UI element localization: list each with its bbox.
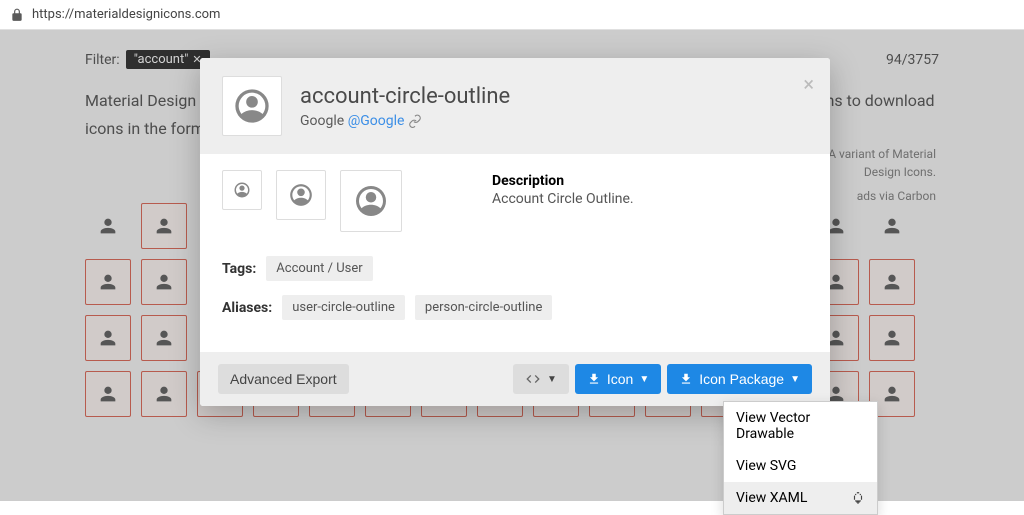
download-icon	[679, 372, 693, 386]
menu-item-xaml[interactable]: View XAML	[724, 482, 877, 514]
size-preview-medium[interactable]	[276, 170, 326, 220]
cursor-icon	[851, 491, 865, 505]
icon-modal: account-circle-outline Google @Google × …	[200, 58, 830, 406]
alias-pill[interactable]: person-circle-outline	[415, 295, 552, 320]
code-dropdown-button[interactable]: ▼	[513, 364, 569, 394]
code-icon	[525, 371, 541, 387]
modal-author: Google @Google	[300, 113, 510, 129]
size-preview-small[interactable]	[222, 170, 262, 210]
download-icon	[587, 372, 601, 386]
menu-item-vector-drawable[interactable]: View Vector Drawable	[724, 402, 877, 450]
lock-icon	[10, 8, 24, 22]
menu-item-svg[interactable]: View SVG	[724, 450, 877, 482]
code-dropdown-menu: View Vector Drawable View SVG View XAML	[723, 401, 878, 515]
size-previews	[222, 170, 402, 232]
icon-package-button[interactable]: Icon Package▼	[667, 364, 812, 394]
close-icon[interactable]: ×	[803, 72, 814, 96]
size-preview-large[interactable]	[340, 170, 402, 232]
address-bar: https://materialdesignicons.com	[0, 0, 1024, 30]
url-text[interactable]: https://materialdesignicons.com	[32, 7, 220, 22]
header-icon-preview	[222, 76, 282, 136]
aliases-row: Aliases: user-circle-outline person-circ…	[222, 295, 808, 320]
modal-footer: Advanced Export ▼ Icon▼ Icon Package▼	[200, 352, 830, 406]
description-label: Description	[492, 173, 564, 189]
tags-row: Tags: Account / User	[222, 256, 808, 281]
description-text: Account Circle Outline.	[492, 191, 808, 207]
icon-download-button[interactable]: Icon▼	[575, 364, 661, 394]
alias-pill[interactable]: user-circle-outline	[282, 295, 405, 320]
advanced-export-button[interactable]: Advanced Export	[218, 364, 349, 394]
tag-pill[interactable]: Account / User	[266, 256, 372, 281]
modal-title: account-circle-outline	[300, 84, 510, 109]
link-icon	[408, 114, 422, 128]
author-link[interactable]: @Google	[348, 113, 405, 129]
chevron-down-icon: ▼	[547, 374, 557, 385]
modal-header: account-circle-outline Google @Google ×	[200, 58, 830, 154]
